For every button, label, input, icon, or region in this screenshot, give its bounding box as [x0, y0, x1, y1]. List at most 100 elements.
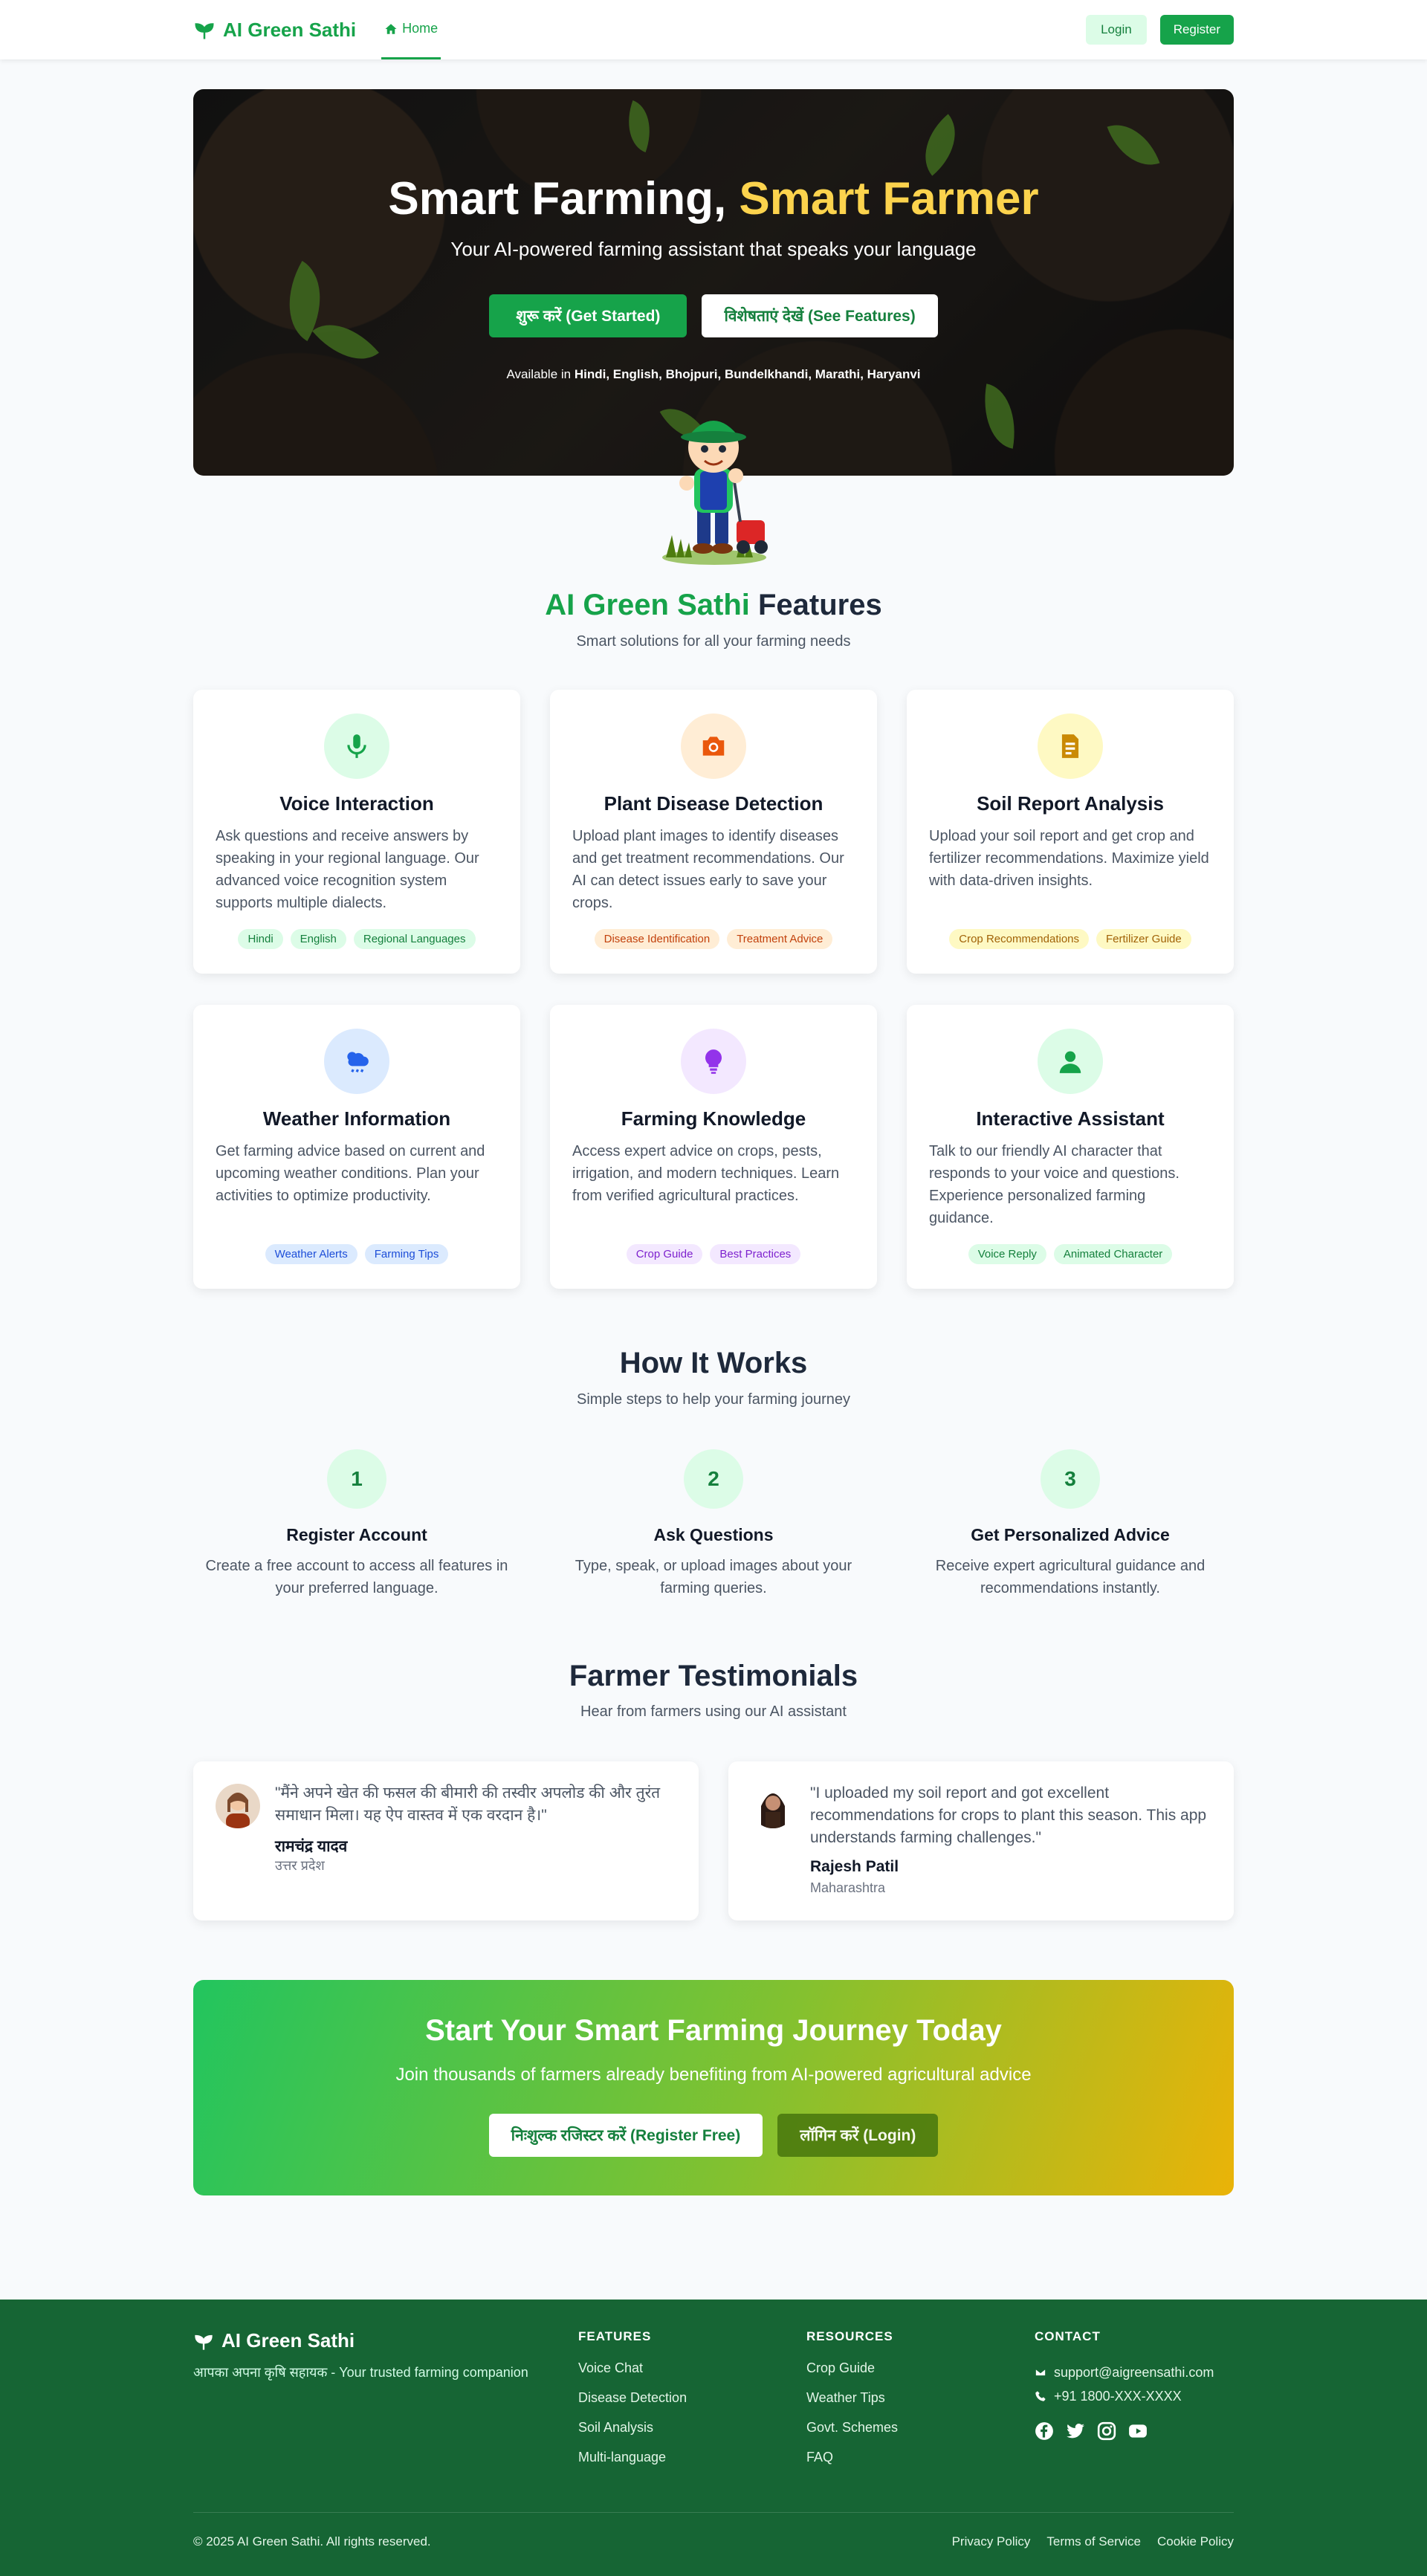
- feature-card-title: Farming Knowledge: [621, 1107, 806, 1130]
- footer-link[interactable]: Soil Analysis: [578, 2420, 687, 2450]
- feature-tag: Hindi: [238, 929, 283, 949]
- testimonial-card: "मैंने अपने खेत की फसल की बीमारी की तस्व…: [193, 1761, 699, 1920]
- get-started-button[interactable]: शुरू करें (Get Started): [489, 294, 687, 337]
- seedling-icon: [195, 23, 214, 39]
- cta-subtitle: Join thousands of farmers already benefi…: [395, 2065, 1032, 2085]
- feature-tag: Crop Guide: [626, 1244, 703, 1264]
- footer-features-heading: FEATURES: [578, 2329, 652, 2343]
- step-description: Type, speak, or upload images about your…: [575, 1558, 852, 1596]
- footer-tagline: आपका अपना कृषि सहायक - Your trusted farm…: [193, 2365, 528, 2380]
- feature-card[interactable]: Voice Interaction Ask questions and recei…: [193, 690, 520, 974]
- feature-tag: Treatment Advice: [727, 929, 833, 949]
- testimonial-location: Maharashtra: [810, 1880, 886, 1895]
- feature-card[interactable]: Farming Knowledge Access expert advice on…: [550, 1005, 877, 1289]
- step-title: Ask Questions: [653, 1525, 774, 1544]
- avatar: [751, 1784, 795, 1828]
- nav-home-link[interactable]: Home: [381, 0, 441, 59]
- top-navbar: AI Green Sathi Home Login Register: [0, 0, 1427, 59]
- footer-link[interactable]: FAQ: [806, 2450, 898, 2479]
- step-description: Receive expert agricultural guidance and…: [935, 1558, 1206, 1596]
- feature-card-description: Talk to our friendly AI character that r…: [929, 1143, 1180, 1226]
- footer-brand-name: AI Green Sathi: [221, 2329, 355, 2352]
- footer-email[interactable]: support@aigreensathi.com: [1035, 2360, 1214, 2384]
- footer-features-column: FEATURES Voice Chat Disease Detection So…: [578, 2329, 687, 2479]
- envelope-icon: [1035, 2368, 1046, 2377]
- register-free-button[interactable]: निःशुल्क रजिस्टर करें (Register Free): [488, 2114, 763, 2157]
- feature-card[interactable]: Weather Information Get farming advice ba…: [193, 1005, 520, 1289]
- brand-logo[interactable]: AI Green Sathi: [193, 19, 356, 42]
- farmer-mascot[interactable]: [644, 394, 785, 565]
- footer-phone-text: +91 1800-XXX-XXXX: [1054, 2388, 1182, 2404]
- footer-copyright: © 2025 AI Green Sathi. All rights reserv…: [193, 2534, 431, 2549]
- weather-icon: [324, 1029, 389, 1094]
- cta-banner: Start Your Smart Farming Journey Today J…: [193, 1980, 1234, 2195]
- hero-title-part1: Smart Farming,: [388, 173, 740, 224]
- footer-contact-column: CONTACT support@aigreensathi.com +91 180…: [1035, 2329, 1214, 2441]
- hero-subtitle: Your AI-powered farming assistant that s…: [450, 238, 977, 260]
- terms-of-service-link[interactable]: Terms of Service: [1046, 2534, 1141, 2549]
- feature-tag: Regional Languages: [353, 929, 476, 949]
- home-icon: [385, 23, 397, 34]
- footer-resources-column: RESOURCES Crop Guide Weather Tips Govt. …: [806, 2329, 898, 2479]
- avatar: [216, 1784, 260, 1828]
- footer-phone[interactable]: +91 1800-XXX-XXXX: [1035, 2384, 1214, 2408]
- hero-title-highlight: Smart Farmer: [739, 173, 1039, 224]
- feature-card-title: Soil Report Analysis: [977, 792, 1164, 815]
- register-button[interactable]: Register: [1159, 15, 1234, 45]
- feature-card[interactable]: Soil Report Analysis Upload your soil rep…: [907, 690, 1234, 974]
- nav-home-label: Home: [402, 21, 439, 36]
- feature-card-description: Upload plant images to identify diseases…: [572, 828, 844, 911]
- feature-tag: Animated Character: [1053, 1244, 1173, 1264]
- testimonial-location: उत्तर प्रदेश: [275, 1858, 325, 1873]
- testimonial-quote: "I uploaded my soil report and got excel…: [810, 1784, 1207, 1846]
- feature-tag: Disease Identification: [594, 929, 720, 949]
- available-prefix: Available in: [506, 367, 575, 381]
- camera-icon: [681, 713, 746, 779]
- footer-link[interactable]: Crop Guide: [806, 2360, 898, 2390]
- feature-card-title: Weather Information: [262, 1107, 451, 1130]
- youtube-icon[interactable]: [1128, 2421, 1148, 2441]
- features-subtitle: Smart solutions for all your farming nee…: [576, 633, 851, 650]
- testimonial-card: "I uploaded my soil report and got excel…: [728, 1761, 1234, 1920]
- feature-card[interactable]: Plant Disease Detection Upload plant imag…: [550, 690, 877, 974]
- feature-tag: Weather Alerts: [265, 1244, 357, 1264]
- step-number: 1: [327, 1449, 386, 1509]
- testimonials-subtitle: Hear from farmers using our AI assistant: [580, 1703, 847, 1720]
- features-title-highlight: AI Green Sathi: [545, 589, 750, 621]
- see-features-button[interactable]: विशेषताएं देखें (See Features): [702, 294, 938, 337]
- footer-contact-heading: CONTACT: [1035, 2329, 1101, 2343]
- feature-card-description: Upload your soil report and get crop and…: [929, 828, 1209, 889]
- feature-card-title: Plant Disease Detection: [604, 792, 823, 815]
- cta-login-button[interactable]: लॉगिन करें (Login): [777, 2114, 939, 2157]
- feature-card-description: Access expert advice on crops, pests, ir…: [572, 1143, 840, 1204]
- testimonial-name: रामचंद्र यादव: [275, 1838, 348, 1855]
- twitter-icon[interactable]: [1066, 2421, 1085, 2441]
- how-it-works-subtitle: Simple steps to help your farming journe…: [577, 1391, 850, 1408]
- footer-link[interactable]: Disease Detection: [578, 2390, 687, 2420]
- feature-card[interactable]: Interactive Assistant Talk to our friendl…: [907, 1005, 1234, 1289]
- step-number: 2: [684, 1449, 743, 1509]
- footer-link[interactable]: Govt. Schemes: [806, 2420, 898, 2450]
- instagram-icon[interactable]: [1097, 2421, 1116, 2441]
- features-title-rest: Features: [749, 589, 882, 621]
- cookie-policy-link[interactable]: Cookie Policy: [1157, 2534, 1234, 2549]
- feature-card-title: Interactive Assistant: [976, 1107, 1165, 1130]
- privacy-policy-link[interactable]: Privacy Policy: [952, 2534, 1031, 2549]
- step-title: Register Account: [286, 1525, 427, 1544]
- feature-tag: Farming Tips: [364, 1244, 449, 1264]
- feature-tag: Voice Reply: [968, 1244, 1046, 1264]
- footer-email-text: support@aigreensathi.com: [1054, 2364, 1214, 2380]
- footer-divider: [193, 2512, 1234, 2513]
- footer-brand[interactable]: AI Green Sathi: [193, 2329, 355, 2352]
- step-description: Create a free account to access all feat…: [205, 1558, 508, 1596]
- facebook-icon[interactable]: [1035, 2421, 1054, 2441]
- footer-link[interactable]: Voice Chat: [578, 2360, 687, 2390]
- footer-link[interactable]: Weather Tips: [806, 2390, 898, 2420]
- microphone-icon: [324, 713, 389, 779]
- footer-link[interactable]: Multi-language: [578, 2450, 687, 2479]
- document-icon: [1038, 713, 1103, 779]
- login-button[interactable]: Login: [1086, 15, 1147, 45]
- footer: AI Green Sathi आपका अपना कृषि सहायक - Yo…: [0, 2300, 1427, 2576]
- feature-card-description: Get farming advice based on current and …: [216, 1143, 485, 1204]
- footer-resources-heading: RESOURCES: [806, 2329, 893, 2343]
